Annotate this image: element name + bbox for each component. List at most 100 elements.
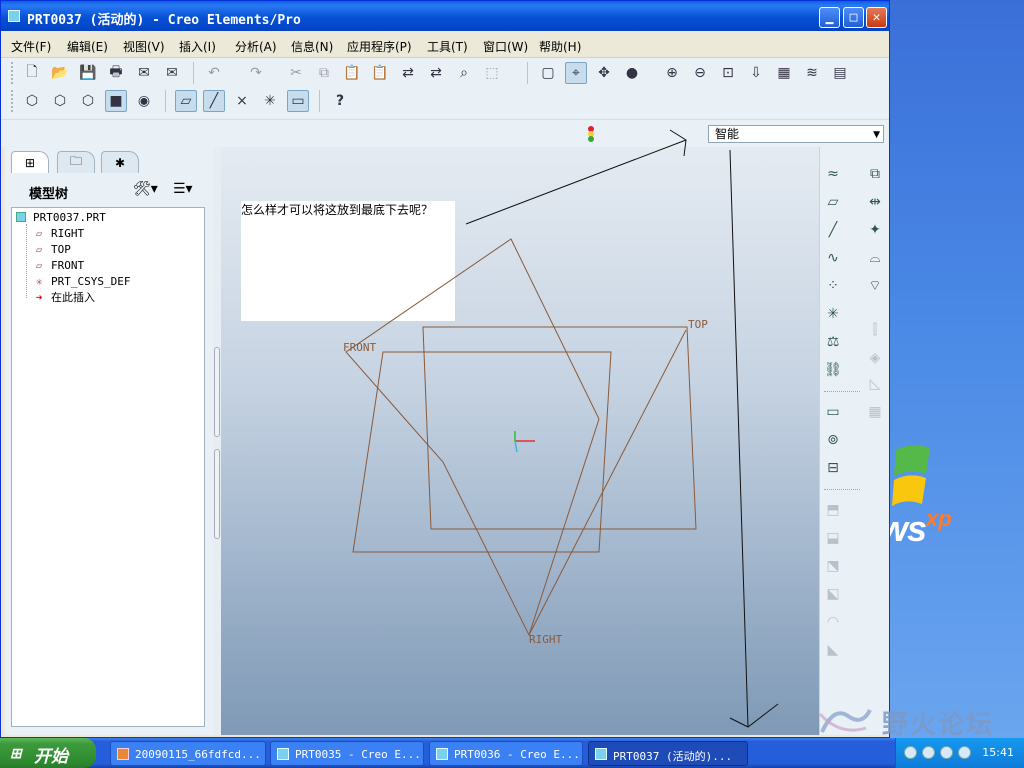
paste-icon[interactable]: 📋 bbox=[341, 62, 363, 84]
shell-tool-icon[interactable]: ⧉ bbox=[864, 163, 886, 185]
refit-icon[interactable]: ⊡ bbox=[717, 62, 739, 84]
menu-insert[interactable]: 插入(I) bbox=[179, 38, 216, 55]
tab-favorites[interactable]: ✱ bbox=[101, 151, 139, 173]
annotation-display-icon[interactable]: ▭ bbox=[287, 90, 309, 112]
no-hidden-icon[interactable]: ⬡ bbox=[77, 90, 99, 112]
menu-info[interactable]: 信息(N) bbox=[291, 38, 333, 55]
network-icon[interactable] bbox=[904, 746, 917, 759]
chamfer-icon[interactable]: ◣ bbox=[822, 639, 844, 661]
volume-icon[interactable] bbox=[922, 746, 935, 759]
find-icon[interactable]: ⌕ bbox=[453, 62, 475, 84]
grid-icon[interactable]: ▦ bbox=[864, 401, 886, 423]
toolbar-grip[interactable] bbox=[11, 90, 15, 112]
surface-tool-icon[interactable]: ⌓ bbox=[864, 247, 886, 269]
context-help-icon[interactable]: ? bbox=[329, 90, 351, 112]
tree-item-csys[interactable]: ✳ PRT_CSYS_DEF bbox=[32, 273, 131, 289]
menu-applications[interactable]: 应用程序(P) bbox=[347, 38, 412, 55]
hidden-line-icon[interactable]: ⬡ bbox=[49, 90, 71, 112]
analysis-tool-icon[interactable]: ⚖ bbox=[822, 331, 844, 353]
panel-splitter[interactable] bbox=[213, 147, 221, 735]
cut-icon[interactable]: ✂ bbox=[285, 62, 307, 84]
paste-special-icon[interactable]: 📋 bbox=[369, 62, 391, 84]
tab-model-tree[interactable]: ⊞ bbox=[11, 151, 49, 173]
round-icon[interactable]: ◠ bbox=[822, 611, 844, 633]
open-folder-icon[interactable]: 📂 bbox=[49, 62, 71, 84]
chain-tool-icon[interactable]: ⛓ bbox=[822, 359, 844, 381]
graphics-area[interactable]: 怎么样才可以将这放到最底下去呢？ FRONT TOP RIGHT bbox=[221, 147, 819, 735]
task-prt0037[interactable]: PRT0037 (活动的)... bbox=[588, 741, 748, 766]
blend-icon[interactable]: ⬕ bbox=[822, 583, 844, 605]
pattern-tool-icon[interactable]: ✦ bbox=[864, 219, 886, 241]
shading-sphere-icon[interactable]: ● bbox=[621, 62, 643, 84]
orient-mode-icon[interactable]: ✥ bbox=[593, 62, 615, 84]
datum-plane-display-icon[interactable]: ▱ bbox=[175, 90, 197, 112]
menu-analysis[interactable]: 分析(A) bbox=[235, 38, 277, 55]
menu-file[interactable]: 文件(F) bbox=[11, 38, 51, 55]
print-icon[interactable]: 🖶 bbox=[105, 62, 127, 84]
csys-tool-icon[interactable]: ✳ bbox=[822, 303, 844, 325]
zoom-in-icon[interactable]: ⊕ bbox=[661, 62, 683, 84]
copy-geom-icon[interactable]: ⊚ bbox=[822, 429, 844, 451]
tree-item-part[interactable]: PRT0037.PRT bbox=[14, 209, 106, 225]
sweep-icon[interactable]: ⬔ bbox=[822, 555, 844, 577]
splitter-handle[interactable] bbox=[214, 347, 220, 437]
tree-item-top[interactable]: ▱ TOP bbox=[32, 241, 71, 257]
trim-icon[interactable]: ◺ bbox=[864, 373, 886, 395]
repaint-icon[interactable]: ▢ bbox=[537, 62, 559, 84]
close-button[interactable]: ✕ bbox=[866, 7, 887, 28]
maximize-button[interactable]: □ bbox=[843, 7, 864, 28]
copy-icon[interactable]: ⧉ bbox=[313, 62, 335, 84]
menu-help[interactable]: 帮助(H) bbox=[539, 38, 581, 55]
title-bar[interactable]: PRT0037 (活动的) - Creo Elements/Pro ▁ □ ✕ bbox=[1, 1, 889, 31]
save-icon[interactable]: 💾 bbox=[77, 62, 99, 84]
axis-tool-icon[interactable]: ╱ bbox=[822, 219, 844, 241]
tree-show-icon[interactable]: ☰▾ bbox=[173, 181, 193, 197]
menu-tools[interactable]: 工具(T) bbox=[427, 38, 468, 55]
plane-tool-icon[interactable]: ▱ bbox=[822, 191, 844, 213]
view-manager-icon[interactable]: ▤ bbox=[829, 62, 851, 84]
mirror-tool-icon[interactable]: ⇹ bbox=[864, 191, 886, 213]
saved-views-icon[interactable]: ▦ bbox=[773, 62, 795, 84]
merge-icon[interactable]: ⊟ bbox=[822, 457, 844, 479]
task-image-viewer[interactable]: 20090115_66fdfcd... bbox=[110, 741, 266, 766]
tree-item-front[interactable]: ▱ FRONT bbox=[32, 257, 84, 273]
start-button[interactable]: ⊞ 开始 bbox=[0, 738, 96, 768]
menu-view[interactable]: 视图(V) bbox=[123, 38, 165, 55]
datum-point-display-icon[interactable]: × bbox=[231, 90, 253, 112]
shading-icon[interactable]: ■ bbox=[105, 90, 127, 112]
zoom-out-icon[interactable]: ⊖ bbox=[689, 62, 711, 84]
regenerate-icon[interactable]: ⇄ bbox=[397, 62, 419, 84]
splitter-handle[interactable] bbox=[214, 449, 220, 539]
revolve-icon[interactable]: ⬓ bbox=[822, 527, 844, 549]
reorient-icon[interactable]: ⇩ bbox=[745, 62, 767, 84]
curve-tool-icon[interactable]: ∿ bbox=[822, 247, 844, 269]
undo-icon[interactable]: ↶ bbox=[203, 62, 225, 84]
extrude-icon[interactable]: ⬒ bbox=[822, 499, 844, 521]
enhanced-realism-icon[interactable]: ◉ bbox=[133, 90, 155, 112]
toolbar-grip[interactable] bbox=[11, 62, 15, 84]
redo-icon[interactable]: ↷ bbox=[245, 62, 267, 84]
draft-icon[interactable]: ⫿ bbox=[864, 319, 886, 341]
send-mail-icon[interactable]: ✉ bbox=[133, 62, 155, 84]
csys-display-icon[interactable]: ✳ bbox=[259, 90, 281, 112]
spin-center-icon[interactable]: ⌖ bbox=[565, 62, 587, 84]
point-tool-icon[interactable]: ⁘ bbox=[822, 275, 844, 297]
boundary-tool-icon[interactable]: ⌔ bbox=[864, 275, 886, 297]
minimize-button[interactable]: ▁ bbox=[819, 7, 840, 28]
new-file-icon[interactable]: 🗋 bbox=[21, 62, 43, 84]
tree-item-insert-here[interactable]: ➜ 在此插入 bbox=[32, 289, 95, 305]
sketch-tool-icon[interactable]: ≈ bbox=[822, 163, 844, 185]
task-prt0036[interactable]: PRT0036 - Creo E... bbox=[429, 741, 583, 766]
task-prt0035[interactable]: PRT0035 - Creo E... bbox=[270, 741, 424, 766]
tray-app-icon[interactable] bbox=[940, 746, 953, 759]
creo-app-icon[interactable] bbox=[8, 10, 20, 22]
tree-settings-icon[interactable]: 🛠▾ bbox=[133, 181, 158, 197]
menu-window[interactable]: 窗口(W) bbox=[483, 38, 528, 55]
tray-app-icon[interactable] bbox=[958, 746, 971, 759]
attach-mail-icon[interactable]: ✉ bbox=[161, 62, 183, 84]
select-box-icon[interactable]: ⬚ bbox=[481, 62, 503, 84]
menu-edit[interactable]: 编辑(E) bbox=[67, 38, 108, 55]
tree-item-right[interactable]: ▱ RIGHT bbox=[32, 225, 84, 241]
regenerate-manager-icon[interactable]: ⇄ bbox=[425, 62, 447, 84]
datum-axis-display-icon[interactable]: ╱ bbox=[203, 90, 225, 112]
